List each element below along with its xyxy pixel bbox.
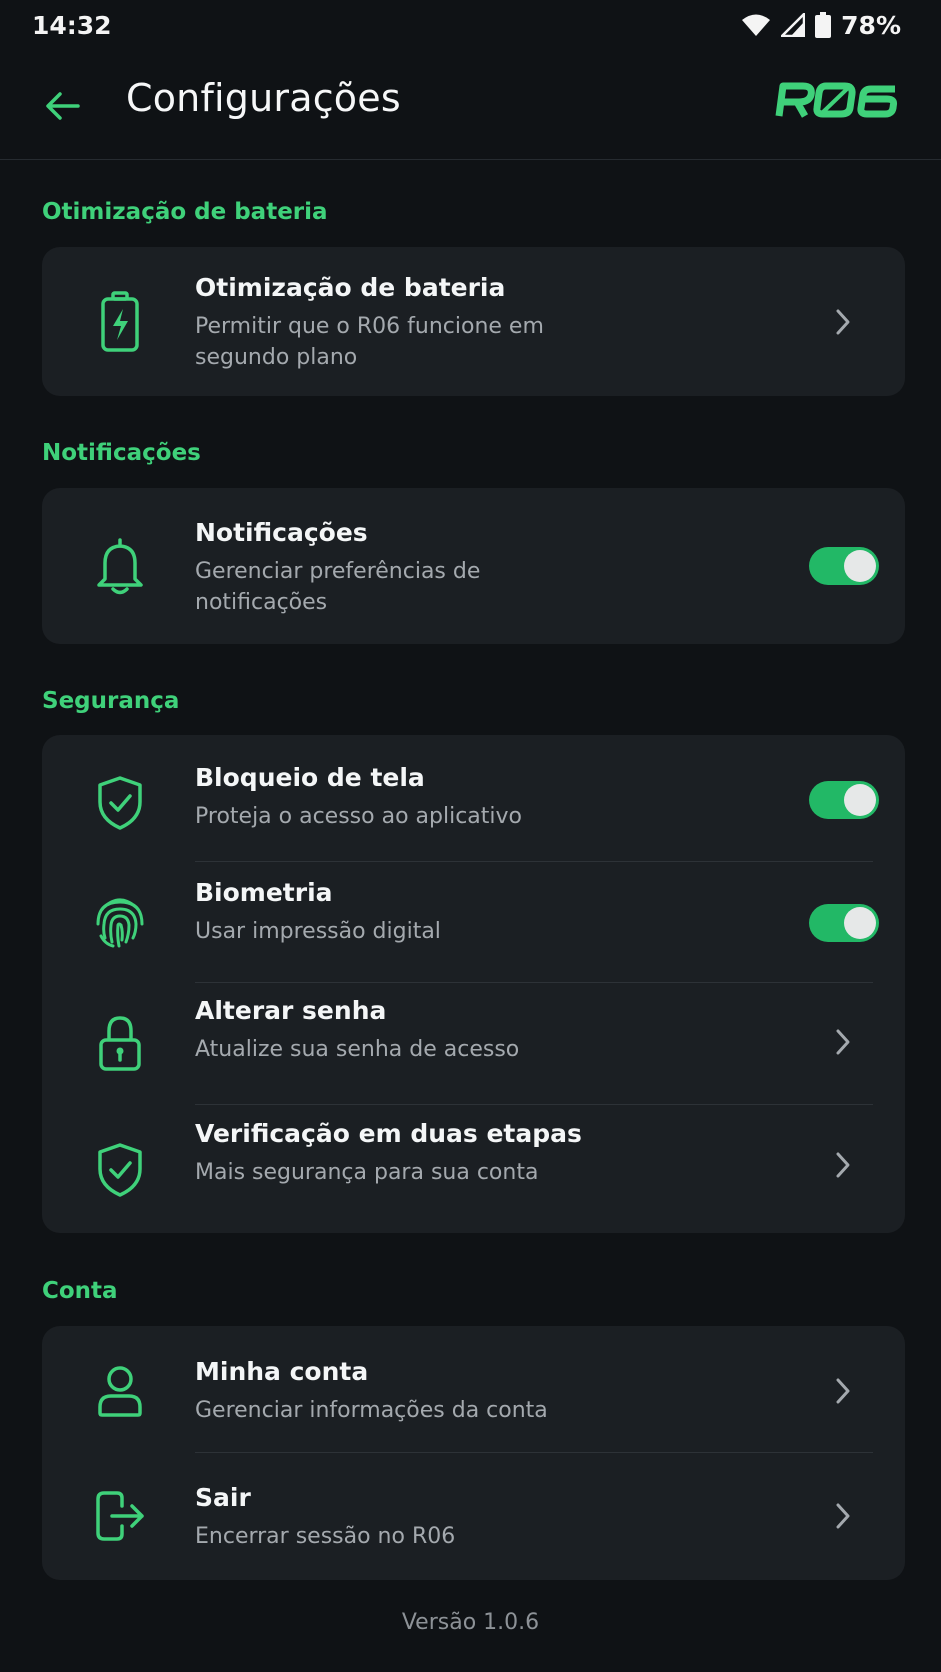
status-icons: 78% bbox=[741, 11, 901, 40]
row-subtitle: Usar impressão digital bbox=[195, 919, 441, 944]
settings-row-my-account[interactable]: Minha conta Gerenciar informações da con… bbox=[42, 1326, 905, 1452]
row-subtitle: Atualize sua senha de acesso bbox=[195, 1037, 520, 1062]
toggle-knob bbox=[844, 907, 876, 939]
back-button[interactable] bbox=[40, 84, 84, 128]
security-card: Bloqueio de tela Proteja o acesso ao apl… bbox=[42, 735, 905, 1233]
chevron-right-icon bbox=[831, 1027, 855, 1057]
chevron-right-icon bbox=[831, 307, 855, 337]
user-icon bbox=[90, 1361, 150, 1421]
app-bar: Configurações bbox=[0, 52, 941, 160]
arrow-left-icon bbox=[46, 92, 80, 120]
settings-row-logout[interactable]: Sair Encerrar sessão no R06 bbox=[42, 1453, 905, 1580]
notifications-card: Notificações Gerenciar preferências de n… bbox=[42, 488, 905, 644]
chevron-right-icon bbox=[831, 1501, 855, 1531]
row-title: Sair bbox=[195, 1483, 251, 1512]
row-subtitle: Gerenciar preferências de notificações bbox=[195, 559, 481, 615]
section-label-account: Conta bbox=[42, 1278, 118, 1304]
logout-icon bbox=[90, 1486, 150, 1546]
section-label-battery: Otimização de bateria bbox=[42, 199, 328, 225]
row-title: Verificação em duas etapas bbox=[195, 1119, 582, 1148]
page-title: Configurações bbox=[126, 76, 401, 120]
account-card: Minha conta Gerenciar informações da con… bbox=[42, 1326, 905, 1580]
settings-row-notifications[interactable]: Notificações Gerenciar preferências de n… bbox=[42, 488, 905, 644]
settings-row-biometrics[interactable]: Biometria Usar impressão digital bbox=[42, 862, 905, 982]
chevron-right-icon bbox=[831, 1150, 855, 1180]
row-title: Notificações bbox=[195, 518, 368, 547]
chevron-right-icon bbox=[831, 1376, 855, 1406]
lock-icon bbox=[90, 1013, 150, 1073]
settings-row-two-step-verification[interactable]: Verificação em duas etapas Mais seguranç… bbox=[42, 1105, 905, 1233]
section-label-security: Segurança bbox=[42, 688, 180, 714]
fingerprint-icon bbox=[90, 892, 150, 952]
settings-row-battery-optimization[interactable]: Otimização de bateria Permitir que o R06… bbox=[42, 247, 905, 396]
row-subtitle: Gerenciar informações da conta bbox=[195, 1398, 548, 1423]
row-title: Biometria bbox=[195, 878, 333, 907]
toggle-knob bbox=[844, 784, 876, 816]
row-subtitle: Permitir que o R06 funcione em segundo p… bbox=[195, 314, 544, 370]
status-bar: 14:32 78% bbox=[0, 0, 941, 50]
row-title: Bloqueio de tela bbox=[195, 763, 425, 792]
brand-logo bbox=[773, 82, 901, 122]
row-title: Minha conta bbox=[195, 1357, 369, 1386]
shield-check-icon bbox=[90, 773, 150, 833]
bell-icon bbox=[90, 536, 150, 596]
battery-charging-icon bbox=[90, 291, 150, 352]
row-subtitle: Encerrar sessão no R06 bbox=[195, 1524, 456, 1549]
app-version: Versão 1.0.6 bbox=[401, 1610, 540, 1635]
section-label-notifications: Notificações bbox=[42, 440, 201, 466]
row-subtitle: Mais segurança para sua conta bbox=[195, 1160, 539, 1185]
battery-card: Otimização de bateria Permitir que o R06… bbox=[42, 247, 905, 396]
toggle-knob bbox=[844, 550, 876, 582]
notifications-toggle[interactable] bbox=[809, 547, 879, 585]
wifi-icon bbox=[741, 13, 771, 37]
shield-check-icon bbox=[90, 1140, 150, 1200]
settings-row-screen-lock[interactable]: Bloqueio de tela Proteja o acesso ao apl… bbox=[42, 735, 905, 861]
row-subtitle: Proteja o acesso ao aplicativo bbox=[195, 804, 522, 829]
settings-row-change-password[interactable]: Alterar senha Atualize sua senha de aces… bbox=[42, 983, 905, 1104]
signal-icon bbox=[781, 13, 806, 37]
screen-lock-toggle[interactable] bbox=[809, 781, 879, 819]
row-title: Alterar senha bbox=[195, 996, 387, 1025]
battery-percent: 78% bbox=[841, 10, 901, 40]
status-time: 14:32 bbox=[32, 10, 112, 40]
battery-icon bbox=[815, 12, 832, 38]
row-title: Otimização de bateria bbox=[195, 273, 506, 302]
biometrics-toggle[interactable] bbox=[809, 904, 879, 942]
